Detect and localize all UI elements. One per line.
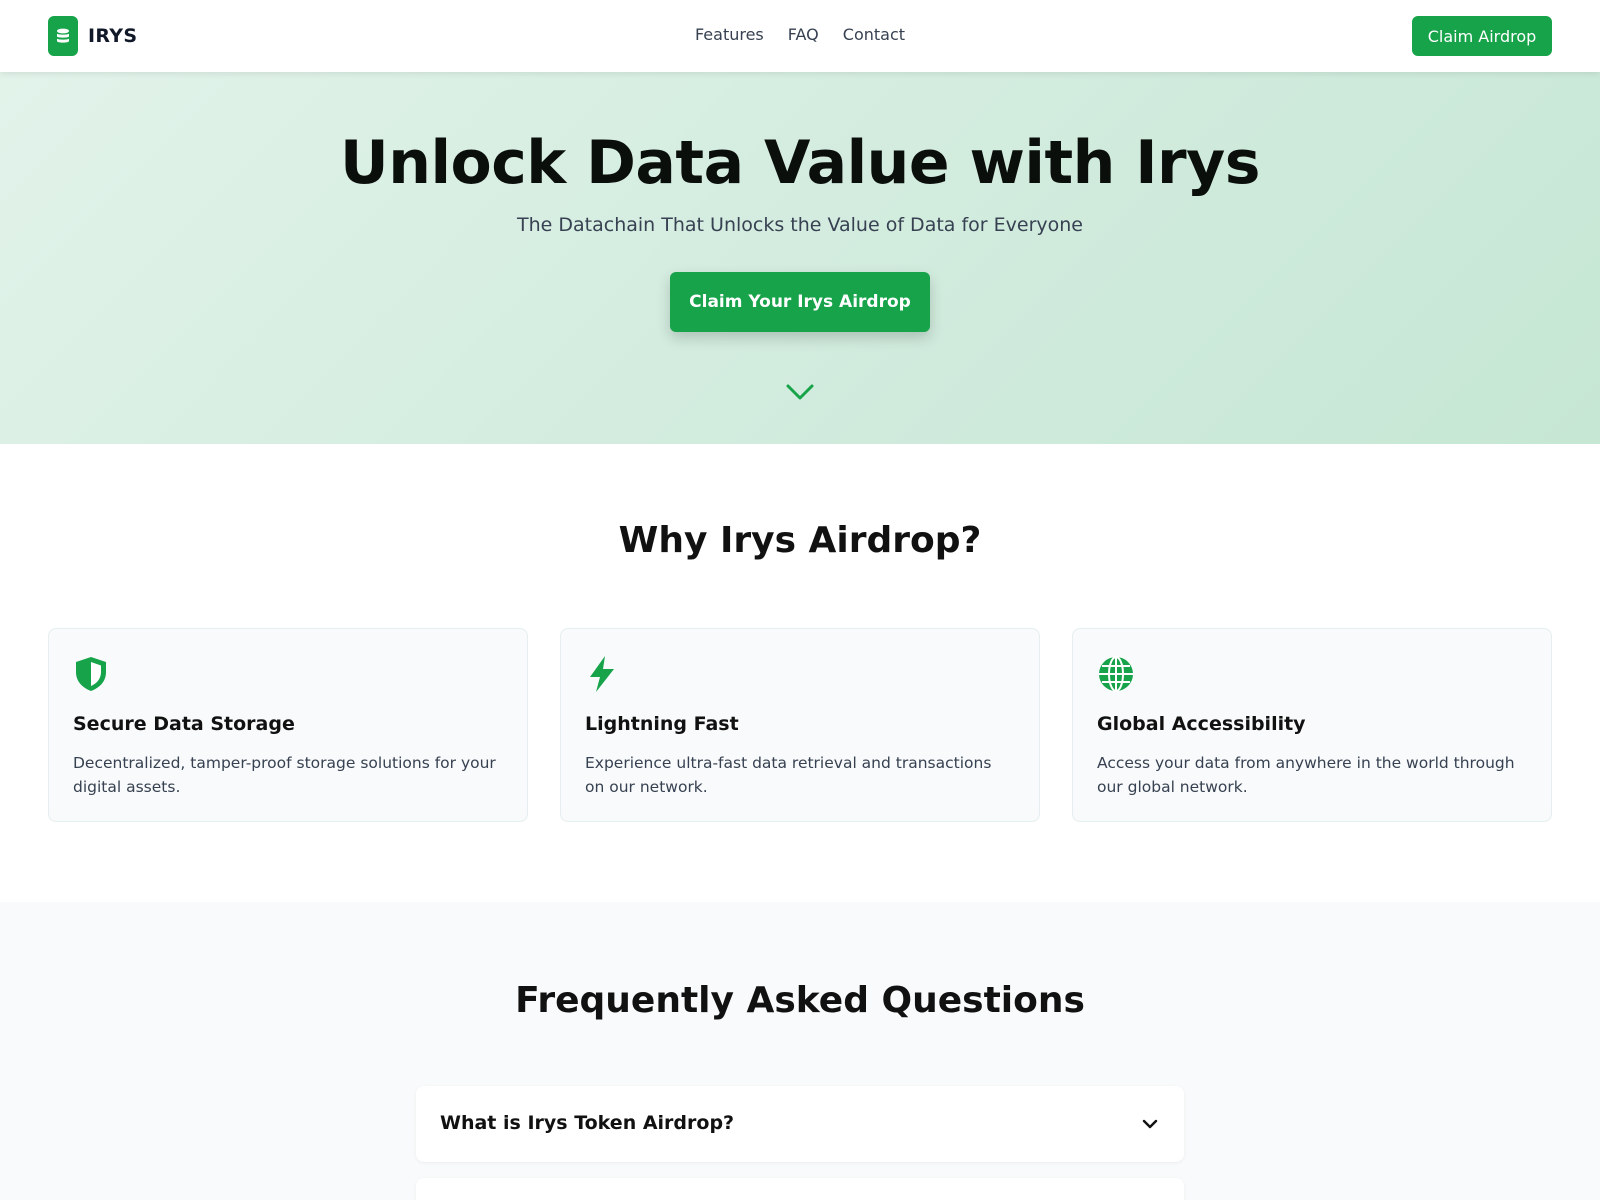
faq-title: Frequently Asked Questions bbox=[515, 980, 1085, 1021]
faq-item[interactable] bbox=[416, 1178, 1184, 1200]
feature-card-secure-storage: Secure Data Storage Decentralized, tampe… bbox=[48, 628, 528, 822]
hero-section: Unlock Data Value with Irys The Datachai… bbox=[0, 72, 1600, 444]
site-header: IRYS Features FAQ Contact Claim Airdrop bbox=[0, 0, 1600, 72]
feature-card-global-accessibility: Global Accessibility Access your data fr… bbox=[1072, 628, 1552, 822]
brand[interactable]: IRYS bbox=[48, 16, 137, 56]
lightning-icon bbox=[585, 655, 619, 697]
feature-description: Access your data from anywhere in the wo… bbox=[1097, 754, 1515, 796]
shield-icon bbox=[73, 655, 109, 697]
brand-name: IRYS bbox=[88, 25, 138, 47]
scroll-down-chevron-icon[interactable] bbox=[786, 382, 830, 406]
nav-faq[interactable]: FAQ bbox=[788, 25, 819, 44]
hero-title: Unlock Data Value with Irys bbox=[340, 128, 1260, 198]
faq-section: Frequently Asked Questions What is Irys … bbox=[0, 902, 1600, 1200]
faq-item[interactable]: What is Irys Token Airdrop? bbox=[416, 1086, 1184, 1162]
claim-airdrop-button[interactable]: Claim Airdrop bbox=[1412, 16, 1552, 56]
claim-irys-airdrop-button[interactable]: Claim Your Irys Airdrop bbox=[670, 272, 930, 332]
main-nav: Features FAQ Contact bbox=[0, 25, 1600, 44]
features-title: Why Irys Airdrop? bbox=[618, 520, 982, 561]
globe-icon bbox=[1097, 655, 1135, 697]
feature-title: Lightning Fast bbox=[585, 713, 739, 735]
feature-title: Secure Data Storage bbox=[73, 713, 295, 735]
nav-features[interactable]: Features bbox=[695, 25, 764, 44]
feature-description: Experience ultra-fast data retrieval and… bbox=[585, 754, 992, 796]
hero-subtitle: The Datachain That Unlocks the Value of … bbox=[517, 214, 1083, 236]
feature-card-lightning-fast: Lightning Fast Experience ultra-fast dat… bbox=[560, 628, 1040, 822]
feature-title: Global Accessibility bbox=[1097, 713, 1306, 735]
faq-question: What is Irys Token Airdrop? bbox=[440, 1112, 735, 1134]
feature-description: Decentralized, tamper-proof storage solu… bbox=[73, 754, 496, 796]
database-logo-icon bbox=[48, 16, 78, 56]
nav-contact[interactable]: Contact bbox=[843, 25, 905, 44]
chevron-down-icon[interactable] bbox=[1140, 1114, 1160, 1138]
